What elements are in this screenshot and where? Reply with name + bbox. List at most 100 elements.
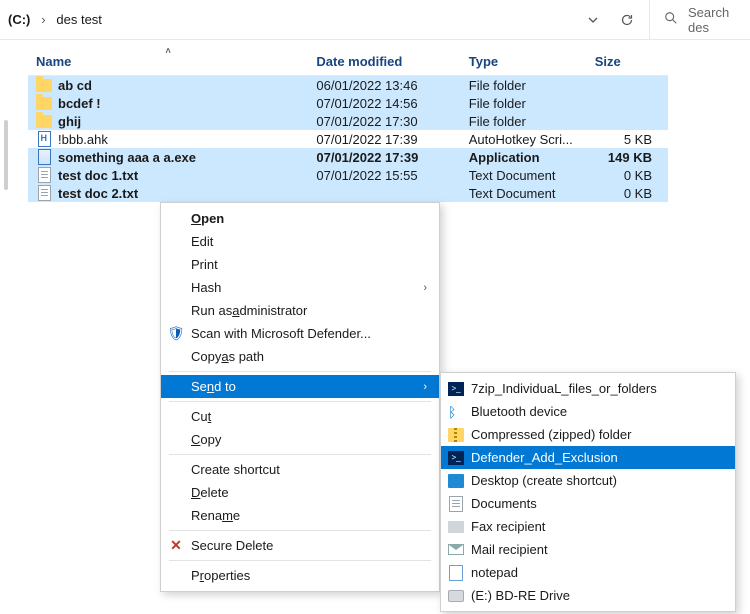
shield-icon: 🛡 [167,325,185,343]
ctx-rename[interactable]: Rename [161,504,439,527]
ctx-properties[interactable]: Properties [161,564,439,587]
sendto-label: (E:) BD-RE Drive [471,588,570,603]
file-type: File folder [461,94,587,112]
ctx-run-as-admin[interactable]: Run as administrator [161,299,439,322]
folder-icon [36,97,52,110]
table-row[interactable]: ab cd06/01/2022 13:46File folder [28,76,668,95]
sendto-label: Fax recipient [471,519,545,534]
delete-x-icon: ✕ [167,537,185,555]
file-size [587,112,668,130]
desk-icon [447,472,465,490]
scrollbar-thumb[interactable] [4,120,8,190]
breadcrumb[interactable]: (C:) › des test [0,0,650,39]
ctx-edit[interactable]: Edit [161,230,439,253]
sendto-item[interactable]: Defender_Add_Exclusion [441,446,735,469]
file-date [308,184,460,202]
file-name: test doc 1.txt [58,168,138,183]
table-row[interactable]: !bbb.ahk 07/01/2022 17:39AutoHotkey Scri.… [28,130,668,148]
breadcrumb-folder[interactable]: des test [56,12,102,27]
sendto-item[interactable]: notepad [441,561,735,584]
file-icon [38,149,51,165]
folder-icon [36,79,52,92]
ctx-print[interactable]: Print [161,253,439,276]
table-row[interactable]: test doc 1.txt 07/01/2022 15:55Text Docum… [28,166,668,184]
sendto-item[interactable]: Compressed (zipped) folder [441,423,735,446]
file-type: AutoHotkey Scri... [461,130,587,148]
ctx-secure-delete[interactable]: ✕Secure Delete [161,534,439,557]
file-date: 07/01/2022 15:55 [308,166,460,184]
context-menu: Open Edit Print Hash› Run as administrat… [160,202,440,592]
search-box[interactable]: Search des [650,0,750,39]
file-name: !bbb.ahk [58,132,108,147]
sendto-item[interactable]: (E:) BD-RE Drive [441,584,735,607]
drv-icon [447,587,465,605]
sendto-label: Defender_Add_Exclusion [471,450,618,465]
file-size [587,76,668,95]
column-type[interactable]: Type [461,48,587,76]
column-date[interactable]: Date modified [308,48,460,76]
file-icon [38,167,51,183]
breadcrumb-drive[interactable]: (C:) [8,12,30,27]
bt-icon: ᛒ [447,403,465,421]
sendto-label: Compressed (zipped) folder [471,427,631,442]
sendto-item[interactable]: 7zip_IndividuaL_files_or_folders [441,377,735,400]
sendto-item[interactable]: Fax recipient [441,515,735,538]
table-row[interactable]: test doc 2.txtText Document0 KB [28,184,668,202]
ps-icon [447,449,465,467]
column-size[interactable]: Size [587,48,668,76]
file-type: Text Document [461,184,587,202]
history-dropdown-button[interactable] [579,6,607,34]
address-bar: (C:) › des test Search des [0,0,750,40]
ps-icon [447,380,465,398]
file-date: 07/01/2022 17:39 [308,148,460,166]
sendto-label: Desktop (create shortcut) [471,473,617,488]
sendto-label: Documents [471,496,537,511]
search-icon [664,11,678,28]
sendto-submenu: 7zip_IndividuaL_files_or_foldersᛒBluetoo… [440,372,736,612]
search-placeholder: Search des [688,5,750,35]
file-type: Text Document [461,166,587,184]
column-headers: ˄Name Date modified Type Size [28,48,668,76]
file-name: something aaa a a.exe [58,150,196,165]
sendto-item[interactable]: ᛒBluetooth device [441,400,735,423]
sendto-label: notepad [471,565,518,580]
table-row[interactable]: something aaa a a.exe 07/01/2022 17:39App… [28,148,668,166]
sendto-item[interactable]: Documents [441,492,735,515]
np-icon [447,564,465,582]
file-size [587,94,668,112]
column-name[interactable]: ˄Name [28,48,308,76]
doc-icon [447,495,465,513]
chevron-right-icon: › [423,282,427,294]
chevron-right-icon: › [423,381,427,393]
ctx-send-to[interactable]: Send to› [161,375,439,398]
ctx-delete[interactable]: Delete [161,481,439,504]
ctx-copy[interactable]: Copy [161,428,439,451]
ctx-hash[interactable]: Hash› [161,276,439,299]
sendto-item[interactable]: Mail recipient [441,538,735,561]
file-icon [38,131,51,147]
chevron-right-icon: › [36,12,50,27]
ctx-copy-as-path[interactable]: Copy as path [161,345,439,368]
file-date: 07/01/2022 14:56 [308,94,460,112]
ctx-scan-defender[interactable]: 🛡Scan with Microsoft Defender... [161,322,439,345]
file-date: 07/01/2022 17:30 [308,112,460,130]
separator [169,560,431,561]
file-size: 149 KB [587,148,668,166]
ctx-open[interactable]: Open [161,207,439,230]
separator [169,371,431,372]
table-row[interactable]: bcdef !07/01/2022 14:56File folder [28,94,668,112]
table-row[interactable]: ghij07/01/2022 17:30File folder [28,112,668,130]
file-size: 5 KB [587,130,668,148]
ctx-create-shortcut[interactable]: Create shortcut [161,458,439,481]
file-date: 07/01/2022 17:39 [308,130,460,148]
mail-icon [447,541,465,559]
separator [169,454,431,455]
file-type: Application [461,148,587,166]
refresh-button[interactable] [613,6,641,34]
ctx-cut[interactable]: Cut [161,405,439,428]
file-name: ghij [58,114,81,129]
file-date: 06/01/2022 13:46 [308,76,460,95]
sendto-item[interactable]: Desktop (create shortcut) [441,469,735,492]
separator [169,530,431,531]
file-list: ˄Name Date modified Type Size ab cd06/01… [28,48,668,202]
